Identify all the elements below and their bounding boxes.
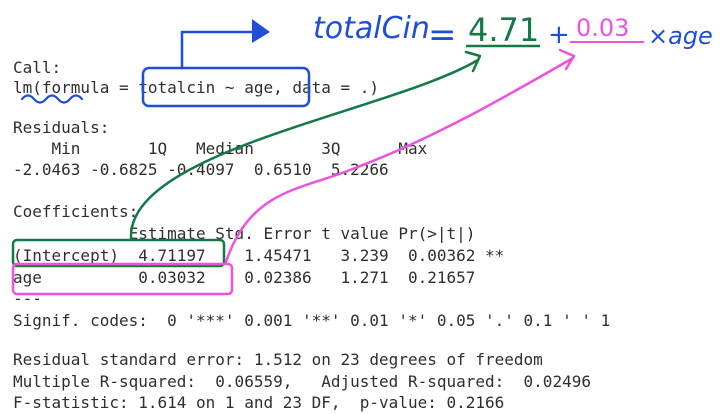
coefficients-columns: Estimate Std. Error t value Pr(>|t|) <box>13 224 505 243</box>
residuals-labels: Min 1Q Median 3Q Max <box>13 139 437 158</box>
coefficients-header: Coefficients: <box>13 202 139 221</box>
age-arrowhead-icon <box>558 48 576 71</box>
annotation-intercept: 4.71 <box>468 11 540 49</box>
annotation-times-age: ×age <box>648 22 713 50</box>
formula-arrow <box>180 30 260 70</box>
coef-row-age: age 0.03032 0.02386 1.271 0.21657 <box>13 268 505 287</box>
intercept-arrowhead-icon <box>464 50 482 73</box>
signif-codes: Signif. codes: 0 '***' 0.001 '**' 0.01 '… <box>13 311 611 330</box>
call-header: Call: <box>13 58 62 77</box>
annotation-slope: 0.03 <box>576 14 630 42</box>
annotation-plus: + <box>548 20 570 50</box>
formula-arrowhead-icon <box>252 19 270 43</box>
residual-standard-error: Residual standard error: 1.512 on 23 deg… <box>13 350 543 369</box>
call-formula-line: lm(formula = totalcin ~ age, data = .) <box>13 78 380 97</box>
annotation-response: totalCin <box>313 11 430 46</box>
r-squared-line: Multiple R-squared: 0.06559, Adjusted R-… <box>13 372 601 391</box>
residuals-header: Residuals: <box>13 118 110 137</box>
f-statistic-line: F-statistic: 1.614 on 1 and 23 DF, p-val… <box>13 393 505 412</box>
coef-row-intercept: (Intercept) 4.71197 1.45471 3.239 0.0036… <box>13 246 505 265</box>
annotation-equals: = <box>428 15 457 55</box>
residuals-values: -2.0463 -0.6825 -0.4097 0.6510 5.2266 <box>13 160 399 179</box>
separator-line: --- <box>13 289 42 308</box>
